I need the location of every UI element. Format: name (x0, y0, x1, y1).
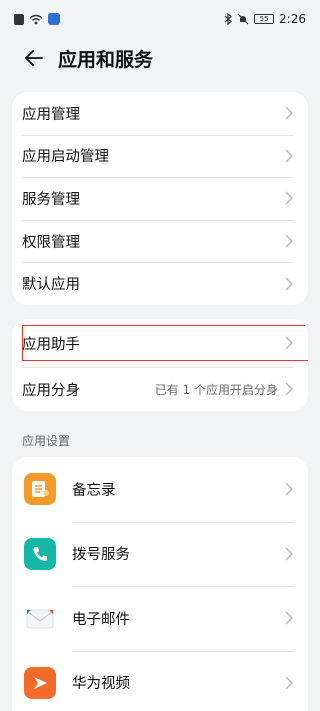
chevron-right-icon (285, 482, 293, 496)
arrow-left-icon (25, 50, 43, 66)
list-item-app-assistant[interactable]: 应用助手 (12, 319, 308, 367)
list-item-email[interactable]: 电子邮件 (12, 586, 308, 651)
phone-icon (24, 537, 56, 570)
header: 应用和服务 (0, 38, 320, 78)
chevron-right-icon (285, 234, 293, 248)
list-item-app-twin[interactable]: 应用分身 已有 1 个应用开启分身 (12, 367, 308, 411)
status-time: 2:26 (279, 12, 306, 26)
list-item-label: 服务管理 (22, 191, 80, 208)
section-label: 应用设置 (22, 434, 71, 448)
list-item-notepad[interactable]: 备忘录 (12, 457, 308, 522)
chevron-right-icon (285, 336, 293, 350)
list-item-label: 默认应用 (22, 277, 80, 294)
list-item-dialer[interactable]: 拨号服务 (12, 521, 308, 587)
chevron-right-icon (285, 676, 293, 690)
video-icon (24, 666, 56, 699)
wifi-icon (29, 14, 43, 24)
back-button[interactable] (16, 40, 52, 76)
list-item-permission-management[interactable]: 权限管理 (12, 219, 308, 263)
list-item-label: 应用助手 (22, 336, 80, 353)
list-item-label: 权限管理 (22, 234, 80, 251)
list-item-default-apps[interactable]: 默认应用 (12, 262, 308, 305)
bluetooth-icon (224, 13, 232, 25)
chevron-right-icon (285, 106, 293, 120)
chevron-right-icon (285, 277, 293, 291)
chevron-right-icon (285, 611, 293, 625)
chevron-right-icon (285, 191, 293, 205)
list-item-value: 已有 1 个应用开启分身 (154, 382, 278, 397)
list-item-label: 应用启动管理 (22, 149, 109, 166)
assistant-card: 应用助手 应用分身 已有 1 个应用开启分身 (12, 319, 308, 411)
list-item-startup-management[interactable]: 应用启动管理 (12, 134, 308, 178)
list-item-label: 拨号服务 (72, 547, 130, 564)
email-icon (24, 602, 56, 635)
battery-icon: 55 (254, 14, 275, 24)
page-title: 应用和服务 (58, 48, 154, 71)
list-item-huawei-video[interactable]: 华为视频 (12, 650, 308, 711)
notepad-icon (24, 473, 56, 506)
status-bar: 55 2:26 (0, 0, 320, 38)
management-card: 应用管理 应用启动管理 服务管理 权限管理 默认应用 (12, 92, 308, 305)
chevron-right-icon (285, 547, 293, 561)
notification-icon (14, 13, 24, 25)
chevron-right-icon (285, 382, 293, 396)
list-item-label: 应用管理 (22, 106, 80, 123)
list-item-label: 电子邮件 (72, 611, 130, 628)
list-item-label: 备忘录 (72, 482, 116, 499)
list-item-label: 应用分身 (22, 382, 80, 399)
list-item-label: 华为视频 (72, 676, 130, 693)
list-item-app-management[interactable]: 应用管理 (12, 92, 308, 135)
app-notification-icon (48, 13, 60, 25)
app-settings-card: 备忘录 拨号服务 电子邮件 华为视频 (12, 457, 308, 711)
mute-icon (237, 13, 249, 25)
chevron-right-icon (285, 149, 293, 163)
list-item-service-management[interactable]: 服务管理 (12, 177, 308, 220)
